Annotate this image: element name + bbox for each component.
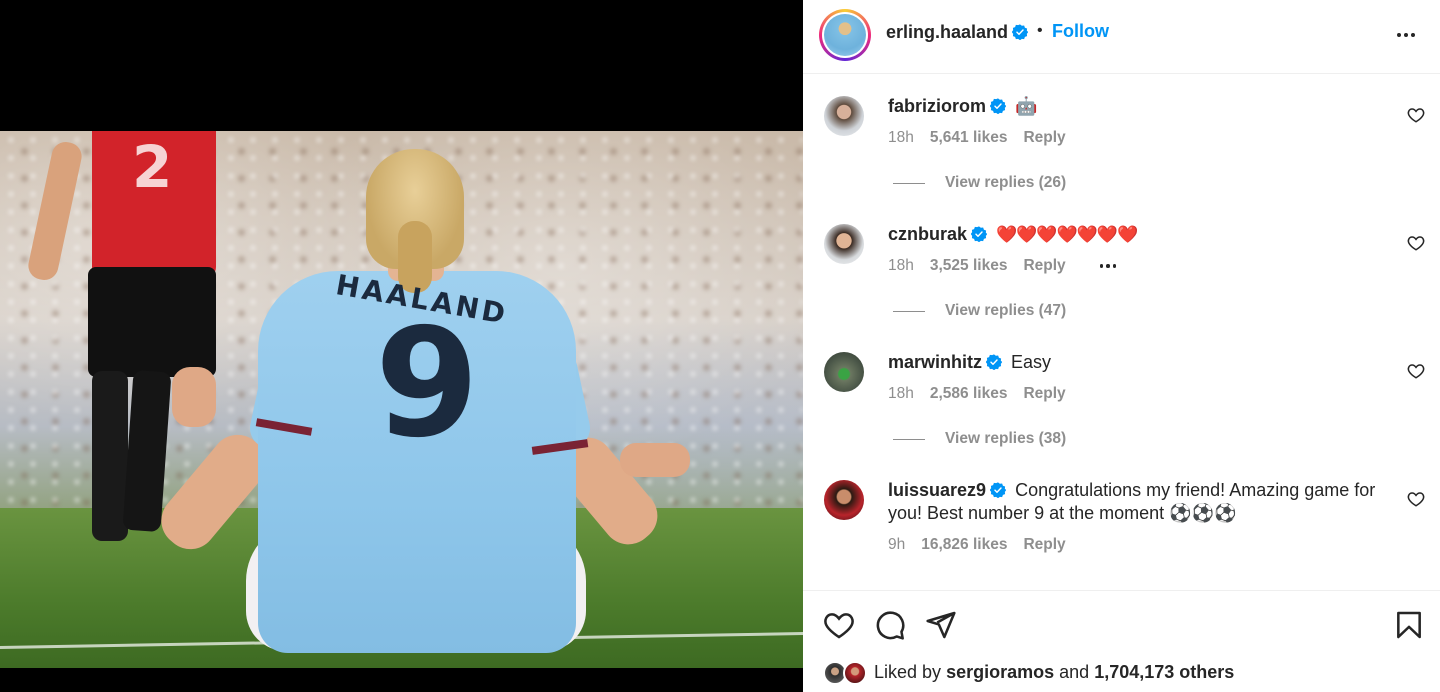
avatar[interactable] <box>843 661 867 685</box>
liked-by-user[interactable]: sergioramos <box>946 662 1054 682</box>
reply-button[interactable]: Reply <box>1023 385 1065 403</box>
post-side-panel: erling.haaland • Follow fabriziorom 🤖 18… <box>803 0 1440 692</box>
owner-username[interactable]: erling.haaland <box>886 22 1008 42</box>
view-replies-label: View replies (47) <box>945 302 1067 319</box>
post-header: erling.haaland • Follow <box>803 0 1440 74</box>
liked-by-prefix: Liked by <box>874 662 942 682</box>
comment-body: ❤️❤️❤️❤️❤️❤️❤️ <box>996 225 1138 245</box>
reply-button[interactable]: Reply <box>1023 129 1065 147</box>
comment-meta: 9h 16,826 likes Reply <box>888 536 1066 554</box>
post-media[interactable]: 2 HAALAND 9 <box>0 0 803 692</box>
comment-text-row: marwinhitz Easy <box>888 351 1392 374</box>
shirt-number: 9 <box>374 297 480 471</box>
comment-time: 18h <box>888 257 914 274</box>
avatar[interactable] <box>824 224 864 264</box>
comments-list[interactable]: fabriziorom 🤖 18h 5,641 likes Reply View… <box>803 75 1440 590</box>
view-replies-label: View replies (26) <box>945 174 1067 191</box>
heart-icon[interactable] <box>1407 490 1425 508</box>
avatar[interactable] <box>824 96 864 136</box>
comment-username[interactable]: luissuarez9 <box>888 480 986 500</box>
verified-badge-icon <box>971 226 988 242</box>
post-photo: 2 HAALAND 9 <box>0 131 803 668</box>
comment-meta: 18h 2,586 likes Reply <box>888 385 1066 403</box>
comment-likes[interactable]: 5,641 likes <box>930 129 1008 147</box>
view-replies-button[interactable]: View replies (47) <box>893 302 1066 320</box>
heart-icon[interactable] <box>1407 106 1425 124</box>
view-replies-button[interactable]: View replies (38) <box>893 430 1066 448</box>
header-separator: • <box>1037 22 1043 39</box>
post-actions: Liked by sergioramos and 1,704,173 other… <box>803 590 1440 692</box>
liked-by-avatars <box>823 661 873 687</box>
comment-likes[interactable]: 3,525 likes <box>930 257 1008 275</box>
avatar[interactable] <box>824 480 864 520</box>
comment-username[interactable]: marwinhitz <box>888 352 982 372</box>
liked-by-text: Liked by sergioramos and 1,704,173 other… <box>874 662 1234 683</box>
follow-button[interactable]: Follow <box>1052 21 1109 42</box>
comment-text-row: luissuarez9 Congratulations my friend! A… <box>888 479 1392 525</box>
comment-icon[interactable] <box>874 609 906 641</box>
comment-time: 9h <box>888 536 906 553</box>
comment-time: 18h <box>888 385 914 402</box>
heart-icon[interactable] <box>823 609 855 641</box>
verified-badge-icon <box>990 482 1007 498</box>
comment-body: 🤖 <box>1015 96 1038 117</box>
comment-likes[interactable]: 2,586 likes <box>930 385 1008 403</box>
heart-icon[interactable] <box>1407 234 1425 252</box>
more-options-icon[interactable] <box>1393 22 1419 48</box>
opponent-number: 2 <box>132 133 173 201</box>
comment-username[interactable]: fabriziorom <box>888 96 986 116</box>
comment-meta: 18h 5,641 likes Reply <box>888 129 1066 147</box>
verified-badge-icon <box>986 354 1003 370</box>
heart-icon[interactable] <box>1407 362 1425 380</box>
comment-text-row: cznburak ❤️❤️❤️❤️❤️❤️❤️ <box>888 223 1392 247</box>
verified-badge-icon <box>990 98 1007 114</box>
share-icon[interactable] <box>925 609 957 641</box>
comment-text-row: fabriziorom 🤖 <box>888 95 1392 118</box>
owner-username-row: erling.haaland <box>886 22 1029 43</box>
reply-button[interactable]: Reply <box>1023 257 1065 275</box>
reply-button[interactable]: Reply <box>1023 536 1065 554</box>
comment-likes[interactable]: 16,826 likes <box>921 536 1007 554</box>
comment-meta: 18h 3,525 likes Reply <box>888 257 1117 275</box>
liked-by-and: and <box>1059 662 1090 682</box>
likes-count[interactable]: 1,704,173 others <box>1094 662 1234 682</box>
view-replies-label: View replies (38) <box>945 430 1067 447</box>
comment-body: Easy <box>1011 352 1052 372</box>
verified-badge-icon <box>1012 24 1029 40</box>
owner-avatar[interactable] <box>819 9 871 61</box>
comments-fade <box>803 570 1440 590</box>
comment-username[interactable]: cznburak <box>888 224 967 244</box>
view-replies-button[interactable]: View replies (26) <box>893 174 1066 192</box>
avatar[interactable] <box>824 352 864 392</box>
bookmark-icon[interactable] <box>1393 609 1425 641</box>
comment-time: 18h <box>888 129 914 146</box>
comment-more-icon[interactable] <box>1099 264 1117 268</box>
